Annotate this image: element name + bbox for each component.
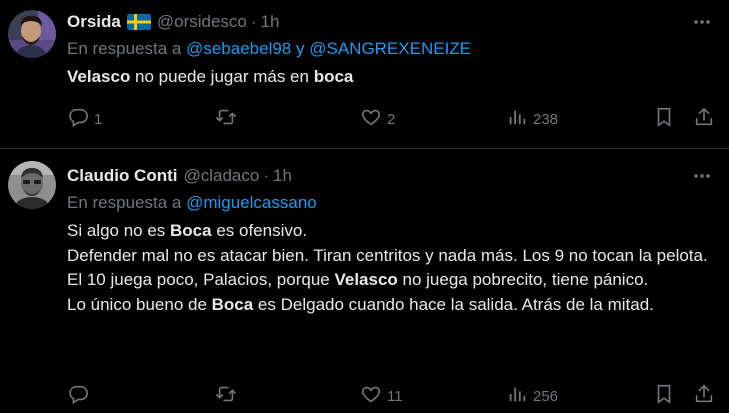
bookmark-icon xyxy=(653,106,675,132)
mention-link[interactable]: @sebaebel98 xyxy=(186,39,291,58)
avatar[interactable] xyxy=(8,161,56,209)
text-segment: no puede jugar más en xyxy=(130,67,314,86)
display-name[interactable]: Orsida xyxy=(67,12,121,32)
share-icon xyxy=(693,106,715,132)
tweet[interactable]: Orsida @orsidesco · 1h En respuesta a @s… xyxy=(0,0,729,148)
bookmark-button[interactable] xyxy=(653,383,675,409)
reply-icon xyxy=(67,106,89,132)
separator-dot: · xyxy=(263,166,270,185)
tweet-text: Velasco no puede jugar más en boca xyxy=(67,65,715,90)
bookmark-button[interactable] xyxy=(653,106,675,132)
mention-link[interactable]: @SANGREXENEIZE xyxy=(309,39,471,58)
reply-context: En respuesta a @miguelcassano xyxy=(67,192,715,214)
retweet-icon xyxy=(215,383,237,409)
like-button[interactable]: 11 xyxy=(360,385,403,407)
bold-word: Velasco xyxy=(334,270,398,289)
text-segment: es Delgado cuando hace la salida. Atrás … xyxy=(253,294,654,314)
reply-button[interactable]: 1 xyxy=(67,108,102,130)
tweet[interactable]: Claudio Conti @cladaco · 1h En respuesta… xyxy=(0,149,729,413)
analytics-icon xyxy=(506,106,528,132)
view-count: 238 xyxy=(533,110,559,128)
mention-conjunction[interactable]: y xyxy=(296,39,305,58)
user-handle[interactable]: @cladaco xyxy=(183,166,259,186)
bold-word: Boca xyxy=(170,221,212,240)
views-button[interactable]: 256 xyxy=(506,385,558,407)
text-segment: no juega pobrecito, tiene pánico. xyxy=(397,270,649,289)
view-count: 256 xyxy=(533,387,559,405)
like-count: 2 xyxy=(387,110,396,128)
timestamp[interactable]: 1h xyxy=(261,12,280,32)
reply-count: 1 xyxy=(94,110,103,128)
reply-context: En respuesta a @sebaebel98 y @SANGREXENE… xyxy=(67,38,715,60)
like-count: 11 xyxy=(387,387,403,405)
heart-icon xyxy=(360,106,382,132)
text-paragraph: Si algo no es Boca es ofensivo. xyxy=(67,219,715,244)
share-button[interactable] xyxy=(693,106,715,132)
timestamp[interactable]: 1h xyxy=(273,166,292,186)
action-bar: 11 256 xyxy=(0,383,729,409)
more-options-icon[interactable] xyxy=(689,165,715,187)
reply-button[interactable] xyxy=(67,385,94,407)
display-name[interactable]: Claudio Conti xyxy=(67,166,177,186)
reply-prefix: En respuesta a xyxy=(67,193,182,212)
like-button[interactable]: 2 xyxy=(360,108,395,130)
user-handle[interactable]: @orsidesco xyxy=(157,12,247,32)
retweet-button[interactable] xyxy=(215,108,242,130)
bold-word: Velasco xyxy=(67,67,131,86)
share-button[interactable] xyxy=(693,383,715,409)
sweden-flag-icon xyxy=(126,14,151,30)
tweet-text: Si algo no es Boca es ofensivo. Defender… xyxy=(67,219,715,317)
retweet-button[interactable] xyxy=(215,385,242,407)
text-paragraph: Defender mal no es atacar bien. Tiran ce… xyxy=(67,244,715,293)
mention-link[interactable]: @miguelcassano xyxy=(186,193,317,212)
text-segment: Lo único bueno de xyxy=(67,294,212,314)
reply-prefix: En respuesta a xyxy=(67,39,182,58)
analytics-icon xyxy=(506,383,528,409)
text-segment: es ofensivo. xyxy=(211,221,308,240)
share-icon xyxy=(693,383,715,409)
avatar[interactable] xyxy=(8,10,56,58)
bookmark-icon xyxy=(653,383,675,409)
reply-icon xyxy=(67,383,89,409)
action-bar: 1 2 238 xyxy=(0,106,729,132)
separator-dot: · xyxy=(250,12,257,31)
heart-icon xyxy=(360,383,382,409)
bold-word: Boca xyxy=(211,294,254,314)
retweet-icon xyxy=(215,106,237,132)
views-button[interactable]: 238 xyxy=(506,108,558,130)
bold-word: boca xyxy=(313,67,354,86)
more-options-icon[interactable] xyxy=(689,11,715,33)
text-paragraph: Lo único bueno de Boca es Delgado cuando… xyxy=(67,293,715,318)
text-segment: Si algo no es xyxy=(67,221,171,240)
